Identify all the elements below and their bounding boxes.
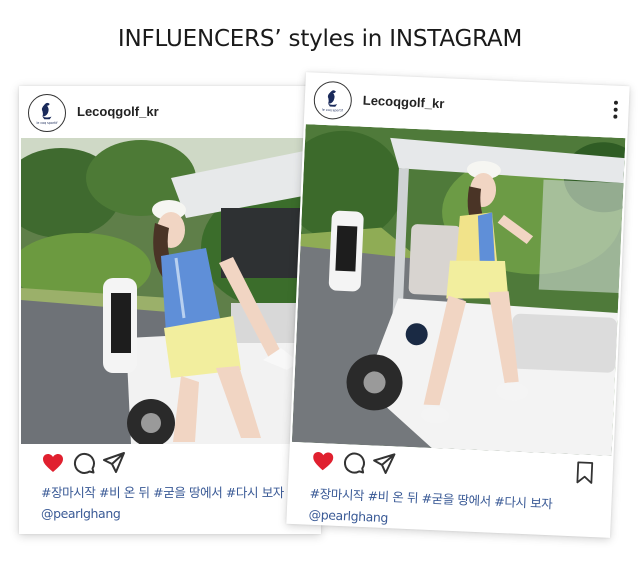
account-name[interactable]: Lecoqgolf_kr [77,104,159,119]
heart-icon[interactable] [311,449,336,474]
more-vert-icon[interactable] [612,100,619,120]
post-header: le coq sportif Lecoqgolf_kr [19,86,321,138]
rooster-logo-icon: le coq sportif [315,83,350,118]
hashtags[interactable]: #장마시작 #비 온 뒤 #굳을 땅에서 #다시 보자 [41,482,313,503]
mention[interactable]: @pearlghang [41,503,313,524]
comment-icon[interactable] [342,450,367,475]
svg-text:le coq sportif: le coq sportif [36,121,58,125]
post-photo[interactable] [21,138,319,444]
send-icon[interactable] [102,451,126,475]
post-actions [41,451,311,475]
post-actions [311,449,598,485]
account-name[interactable]: Lecoqgolf_kr [363,93,445,112]
post-caption: #장마시작 #비 온 뒤 #굳을 땅에서 #다시 보자 @pearlghang [308,483,600,538]
comment-icon[interactable] [72,451,96,475]
post-caption: #장마시작 #비 온 뒤 #굳을 땅에서 #다시 보자 @pearlghang [41,482,313,524]
post-photo[interactable] [291,124,626,456]
rooster-logo-icon: le coq sportif [29,95,65,131]
instagram-post-2: le coq sportif Lecoqgolf_kr #장마시작 #비 온 뒤… [286,72,630,538]
send-icon[interactable] [371,451,396,476]
page-headline: INFLUENCERS’ styles in INSTAGRAM [117,26,523,52]
brand-avatar[interactable]: le coq sportif [312,80,353,121]
heart-icon[interactable] [41,451,65,475]
bookmark-icon[interactable] [572,460,597,485]
brand-avatar[interactable]: le coq sportif [28,94,66,132]
instagram-post-1: le coq sportif Lecoqgolf_kr #장마시작 #비 온 뒤… [19,86,321,534]
